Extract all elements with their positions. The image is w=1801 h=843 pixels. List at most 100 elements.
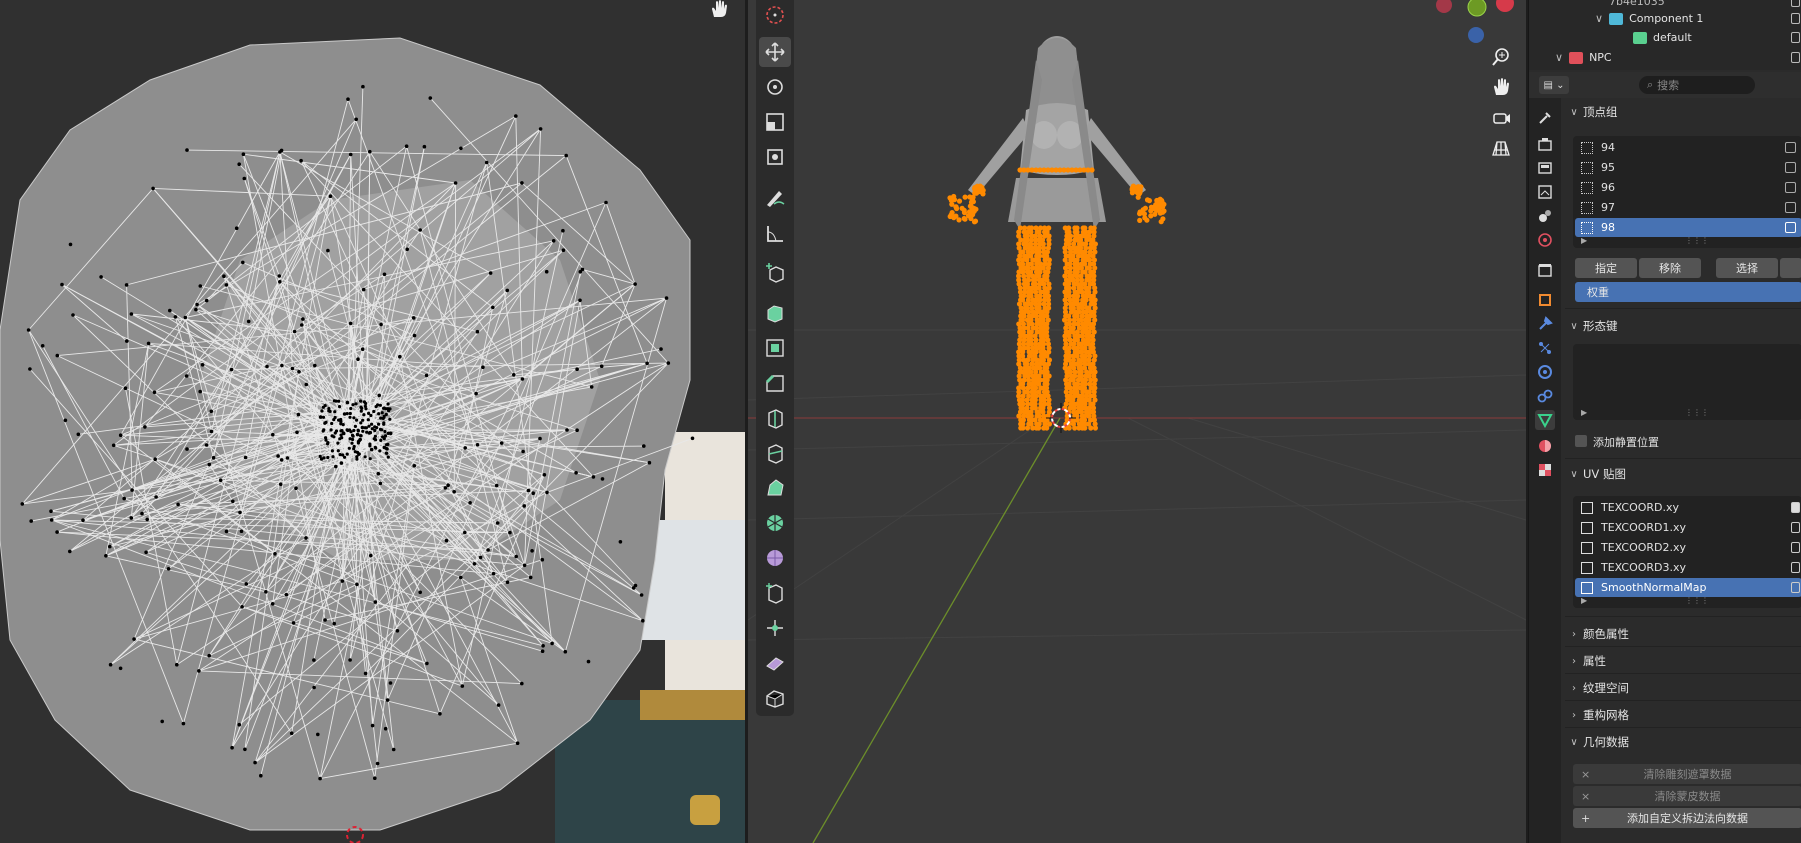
transform-tool-icon[interactable] — [759, 142, 791, 172]
uv-canvas[interactable] — [0, 0, 745, 843]
rip-tool-icon[interactable] — [759, 683, 791, 713]
list-resize-handle[interactable]: ⋮⋮⋮ — [1685, 236, 1709, 245]
list-item[interactable]: 97 — [1575, 198, 1801, 217]
outliner[interactable]: 7b4e1035 ∨ Component 1 default ∨ NPC — [1529, 0, 1801, 70]
world-tab-icon[interactable] — [1535, 230, 1555, 250]
lock-icon[interactable] — [1785, 202, 1796, 213]
viewport-scene[interactable] — [748, 0, 1526, 843]
list-item-selected[interactable]: 98 — [1575, 218, 1801, 237]
expand-arrow-icon[interactable]: ∨ — [1595, 12, 1603, 25]
smooth-tool-icon[interactable] — [759, 543, 791, 573]
expand-arrow-icon[interactable]: ∨ — [1555, 51, 1563, 64]
scale-tool-icon[interactable] — [759, 107, 791, 137]
lock-icon[interactable] — [1785, 142, 1796, 153]
list-item-selected[interactable]: SmoothNormalMap — [1575, 578, 1801, 597]
outliner-row-npc[interactable]: ∨ NPC — [1529, 48, 1801, 67]
constraints-tab-icon[interactable] — [1535, 386, 1555, 406]
weight-slider[interactable]: 权重 — [1575, 282, 1801, 302]
lock-icon[interactable] — [1785, 162, 1796, 173]
active-render-icon[interactable] — [1791, 542, 1800, 553]
list-resize-handle[interactable]: ⋮⋮⋮ — [1685, 408, 1709, 417]
view-layer-tab-icon[interactable] — [1535, 182, 1555, 202]
tool-tab-icon[interactable] — [1535, 108, 1555, 128]
active-render-icon[interactable] — [1791, 562, 1800, 573]
lock-icon[interactable] — [1785, 182, 1796, 193]
color-attributes-header[interactable]: › 颜色属性 — [1565, 622, 1801, 646]
list-item[interactable]: TEXCOORD3.xy — [1575, 558, 1801, 577]
uv-editor[interactable] — [0, 0, 745, 843]
inset-tool-icon[interactable] — [759, 333, 791, 363]
edge-slide-tool-icon[interactable] — [759, 578, 791, 608]
render-tab-icon[interactable] — [1535, 134, 1555, 154]
shape-key-list[interactable]: ▶ ⋮⋮⋮ — [1573, 344, 1801, 420]
bevel-tool-icon[interactable] — [759, 368, 791, 398]
visibility-checkbox[interactable] — [1791, 13, 1800, 24]
list-item[interactable]: 95 — [1575, 158, 1801, 177]
3d-viewport[interactable] — [748, 0, 1526, 843]
move-tool-icon[interactable] — [759, 37, 791, 67]
extrude-tool-icon[interactable] — [759, 298, 791, 328]
assign-button[interactable]: 指定 — [1575, 258, 1637, 278]
add-cube-tool-icon[interactable] — [759, 258, 791, 288]
list-expand-arrow-icon[interactable]: ▶ — [1581, 408, 1587, 417]
outliner-row-default[interactable]: default — [1529, 28, 1801, 47]
remove-button[interactable]: 移除 — [1639, 258, 1701, 278]
mesh-data-tab-icon[interactable] — [1535, 410, 1555, 430]
list-resize-handle[interactable]: ⋮⋮⋮ — [1685, 596, 1709, 605]
navigation-gizmo[interactable] — [1436, 0, 1514, 43]
texture-space-header[interactable]: › 纹理空间 — [1565, 676, 1801, 700]
perspective-toggle-icon[interactable] — [1488, 135, 1514, 161]
character-model[interactable] — [968, 36, 1146, 230]
list-item[interactable]: TEXCOORD1.xy — [1575, 518, 1801, 537]
clear-sculpt-mask-button[interactable]: × 清除雕刻遮罩数据 — [1573, 764, 1801, 784]
list-item[interactable]: 94 — [1575, 138, 1801, 157]
spin-tool-icon[interactable] — [759, 508, 791, 538]
active-render-icon[interactable] — [1791, 582, 1800, 593]
collection-tab-icon[interactable] — [1535, 260, 1555, 280]
uv-map-list[interactable]: TEXCOORD.xy TEXCOORD1.xy TEXCOORD2.xy TE… — [1573, 496, 1801, 608]
editor-type-dropdown[interactable]: ▤ ⌄ — [1539, 76, 1569, 94]
particles-tab-icon[interactable] — [1535, 338, 1555, 358]
visibility-checkbox[interactable] — [1791, 52, 1800, 63]
loop-cut-tool-icon[interactable] — [759, 403, 791, 433]
vertex-groups-header[interactable]: ∨ 顶点组 — [1565, 100, 1801, 124]
add-rest-position-checkbox[interactable] — [1575, 435, 1587, 447]
vertex-group-list[interactable]: 94 95 96 97 98 ▶ ⋮⋮⋮ — [1573, 136, 1801, 248]
physics-tab-icon[interactable] — [1535, 362, 1555, 382]
active-render-icon[interactable] — [1791, 502, 1800, 513]
add-custom-normals-button[interactable]: + 添加自定义拆边法向数据 — [1573, 808, 1801, 828]
deselect-button[interactable] — [1780, 258, 1801, 278]
clear-skin-button[interactable]: × 清除蒙皮数据 — [1573, 786, 1801, 806]
material-tab-icon[interactable] — [1535, 436, 1555, 456]
cursor-tool-icon[interactable] — [759, 0, 791, 30]
hand-pan-icon[interactable] — [708, 0, 734, 18]
scene-tab-icon[interactable] — [1535, 206, 1555, 226]
zoom-icon[interactable] — [1488, 44, 1514, 70]
shear-tool-icon[interactable] — [759, 648, 791, 678]
search-field[interactable]: ⌕ 搜索 — [1639, 76, 1755, 94]
visibility-checkbox[interactable] — [1791, 0, 1800, 7]
list-item[interactable]: TEXCOORD2.xy — [1575, 538, 1801, 557]
modifier-tab-icon[interactable] — [1535, 314, 1555, 334]
geometry-data-header[interactable]: ∨ 几何数据 — [1565, 730, 1801, 754]
annotate-tool-icon[interactable] — [759, 182, 791, 212]
list-item[interactable]: 96 — [1575, 178, 1801, 197]
list-expand-arrow-icon[interactable]: ▶ — [1581, 596, 1587, 605]
outliner-row-component[interactable]: ∨ Component 1 — [1529, 9, 1801, 28]
active-render-icon[interactable] — [1791, 522, 1800, 533]
list-item[interactable]: TEXCOORD.xy — [1575, 498, 1801, 517]
select-button[interactable]: 选择 — [1716, 258, 1778, 278]
remesh-header[interactable]: › 重构网格 — [1565, 703, 1801, 727]
attributes-header[interactable]: › 属性 — [1565, 649, 1801, 673]
list-expand-arrow-icon[interactable]: ▶ — [1581, 236, 1587, 245]
shape-keys-header[interactable]: ∨ 形态键 — [1565, 314, 1801, 338]
hand-pan-viewport-icon[interactable] — [1488, 74, 1514, 100]
rotate-tool-icon[interactable] — [759, 72, 791, 102]
texture-tab-icon[interactable] — [1535, 460, 1555, 480]
knife-tool-icon[interactable] — [759, 438, 791, 468]
shrink-fatten-tool-icon[interactable] — [759, 613, 791, 643]
object-tab-icon[interactable] — [1535, 290, 1555, 310]
measure-tool-icon[interactable] — [759, 218, 791, 248]
poly-build-tool-icon[interactable] — [759, 473, 791, 503]
output-tab-icon[interactable] — [1535, 158, 1555, 178]
